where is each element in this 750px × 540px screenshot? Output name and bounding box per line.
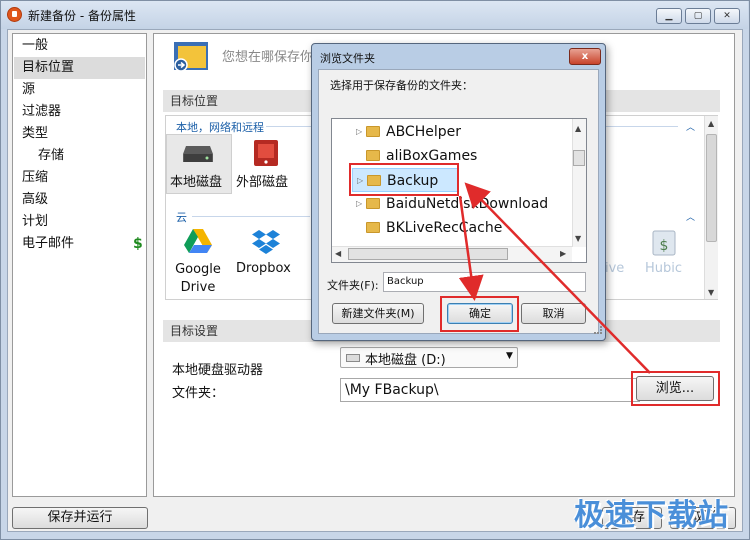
minimize-button[interactable]: ▁ xyxy=(656,8,682,24)
dropbox-icon xyxy=(252,230,280,254)
dialog-folder-label: 文件夹(F): xyxy=(327,279,379,292)
sidebar-item-type[interactable]: 类型 xyxy=(14,123,145,145)
collapse-cloud-icon[interactable]: ︿ xyxy=(686,210,695,223)
watermark-logo: 极速下载站 xyxy=(574,498,729,533)
expand-arrow-icon[interactable]: ▷ xyxy=(356,120,362,144)
tree-item-label: BKLiveRecCache xyxy=(386,220,503,236)
tree-scroll-up-icon[interactable]: ▲ xyxy=(575,124,581,133)
maximize-button[interactable]: ▢ xyxy=(685,8,711,24)
ok-highlight-box xyxy=(440,296,519,332)
onedrive-label-partial[interactable]: ive xyxy=(605,261,624,276)
storage-scroll-thumb[interactable] xyxy=(706,134,717,242)
group-local-label: 本地，网络和远程 xyxy=(176,121,264,134)
new-folder-button[interactable]: 新建文件夹(M) xyxy=(332,303,424,324)
hubic-label[interactable]: Hubic xyxy=(645,261,682,276)
tree-scroll-left-icon[interactable]: ◀ xyxy=(335,249,341,258)
dialog-folder-input[interactable]: Backup xyxy=(383,272,586,292)
scroll-up-icon[interactable]: ▲ xyxy=(708,119,714,128)
drive-icon xyxy=(346,354,360,362)
collapse-local-icon[interactable]: ︿ xyxy=(686,120,695,133)
app-icon xyxy=(7,7,22,22)
tree-scroll-thumb[interactable] xyxy=(573,150,585,166)
drive-label: 本地硬盘驱动器 xyxy=(172,363,264,378)
drive-select-value: 本地磁盘 (D:) xyxy=(365,353,446,368)
dollar-icon: $ xyxy=(133,236,143,252)
folder-icon xyxy=(366,198,380,209)
dialog-close-button[interactable]: x xyxy=(569,48,601,65)
tree-vertical-scrollbar[interactable] xyxy=(572,119,586,247)
group-divider xyxy=(192,216,310,217)
drive-select[interactable]: 本地磁盘 (D:) ▼ xyxy=(340,347,518,368)
sidebar-item-storage[interactable]: 存储 xyxy=(14,145,145,167)
external-disk-icon xyxy=(254,140,278,166)
hubic-icon: $ xyxy=(652,230,676,256)
sidebar-item-general[interactable]: 一般 xyxy=(14,35,145,57)
scroll-down-icon[interactable]: ▼ xyxy=(708,288,714,297)
folder-icon xyxy=(366,126,380,137)
window-title: 新建备份 - 备份属性 xyxy=(28,9,136,23)
backup-highlight-box xyxy=(349,163,459,196)
tree-item-label: ABCHelper xyxy=(386,124,461,140)
sidebar-item-filters[interactable]: 过滤器 xyxy=(14,101,145,123)
tree-scroll-right-icon[interactable]: ▶ xyxy=(560,249,566,258)
group-cloud-label: 云 xyxy=(176,211,187,224)
tree-item-abchelper[interactable]: ▷ ABCHelper xyxy=(332,120,572,144)
sidebar-item-email[interactable]: 电子邮件 xyxy=(14,233,145,255)
sidebar-item-advanced[interactable]: 高级 xyxy=(14,189,145,211)
folder-path-input[interactable]: \My FBackup\ xyxy=(340,378,640,402)
folder-icon xyxy=(366,222,380,233)
svg-text:$: $ xyxy=(660,238,669,254)
sidebar-item-destination[interactable]: 目标位置 xyxy=(14,57,145,79)
dropbox-label[interactable]: Dropbox xyxy=(236,261,291,276)
destination-folder-icon xyxy=(174,42,208,72)
hard-disk-icon xyxy=(183,146,213,162)
dialog-cancel-button[interactable]: 取消 xyxy=(521,303,586,324)
sidebar-item-source[interactable]: 源 xyxy=(14,79,145,101)
local-disk-label: 本地磁盘 xyxy=(170,175,223,190)
sidebar-item-schedule[interactable]: 计划 xyxy=(14,211,145,233)
tree-h-scroll-thumb[interactable] xyxy=(348,248,508,260)
sidebar-item-compression[interactable]: 压缩 xyxy=(14,167,145,189)
close-window-button[interactable]: ✕ xyxy=(714,8,740,24)
dialog-title: 浏览文件夹 xyxy=(320,52,375,65)
external-disk-label[interactable]: 外部磁盘 xyxy=(236,171,288,190)
resize-grip-icon[interactable] xyxy=(594,326,602,334)
dialog-prompt: 选择用于保存备份的文件夹： xyxy=(330,79,473,92)
tree-item-bkliverec[interactable]: BKLiveRecCache xyxy=(332,216,572,240)
sidebar: 一般 目标位置 源 过滤器 类型 存储 压缩 高级 计划 电子邮件 xyxy=(12,33,147,497)
save-and-run-button[interactable]: 保存并运行 xyxy=(12,507,148,529)
folder-icon xyxy=(366,150,380,161)
browse-highlight-box xyxy=(631,371,720,406)
tree-scroll-down-icon[interactable]: ▼ xyxy=(575,234,581,243)
google-drive-label[interactable]: Google Drive xyxy=(173,261,223,297)
folder-label: 文件夹： xyxy=(172,386,225,401)
chevron-down-icon: ▼ xyxy=(506,351,513,361)
destination-prompt: 您想在哪保存你 xyxy=(222,50,314,65)
google-drive-icon xyxy=(184,229,212,253)
